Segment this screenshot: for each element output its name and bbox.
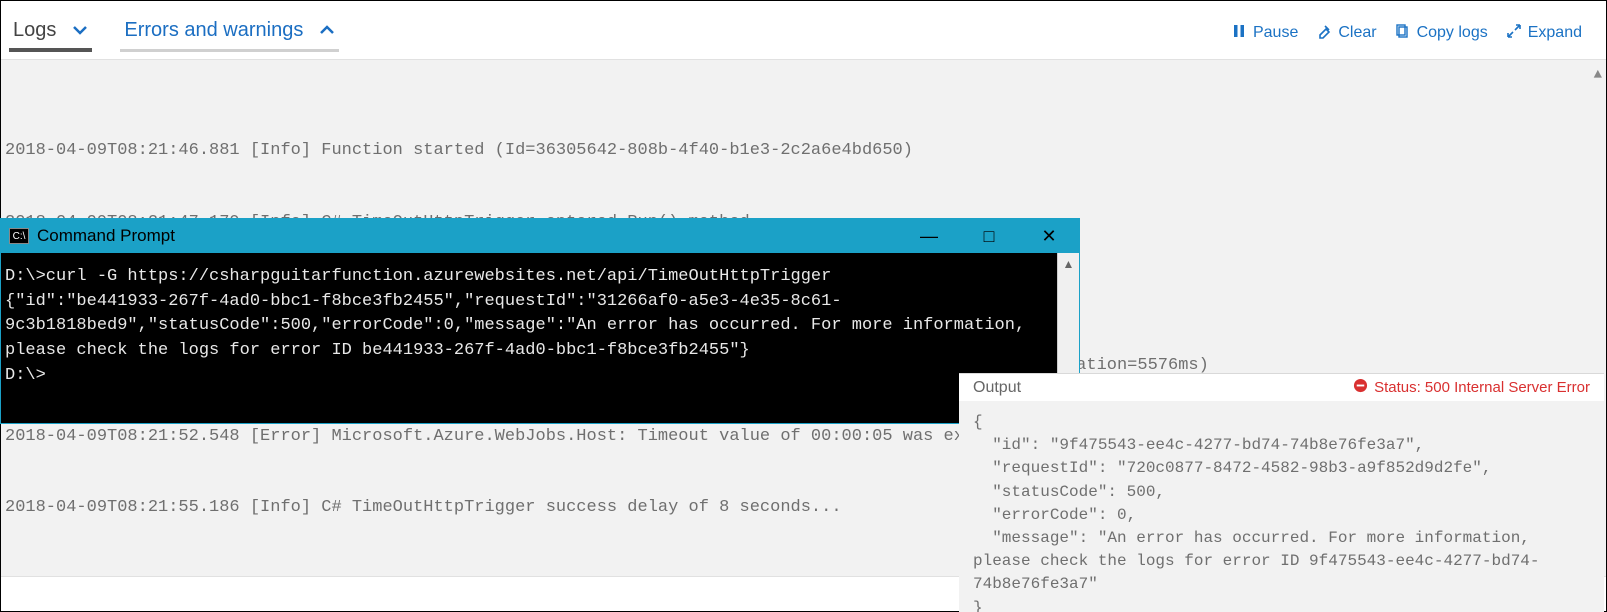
chevron-up-icon (319, 22, 335, 38)
command-prompt-titlebar[interactable]: C:\ Command Prompt — □ ✕ (1, 219, 1079, 253)
scroll-up-icon[interactable]: ▲ (1594, 66, 1602, 86)
output-status: Status: 500 Internal Server Error (1353, 378, 1590, 397)
minimize-button[interactable]: — (899, 219, 959, 253)
output-panel: Output Status: 500 Internal Server Error… (959, 373, 1604, 612)
tab-errors-label: Errors and warnings (124, 19, 303, 42)
command-prompt-window: C:\ Command Prompt — □ ✕ D:\>curl -G htt… (1, 219, 1079, 423)
clear-label: Clear (1338, 24, 1376, 42)
command-prompt-body[interactable]: D:\>curl -G https://csharpguitarfunction… (1, 253, 1057, 423)
maximize-button[interactable]: □ (959, 219, 1019, 253)
output-status-text: Status: 500 Internal Server Error (1374, 379, 1590, 396)
output-heading: Output (973, 379, 1021, 397)
expand-button[interactable]: Expand (1506, 23, 1582, 44)
copy-icon (1395, 23, 1411, 44)
error-circle-icon (1353, 378, 1368, 397)
expand-label: Expand (1528, 24, 1582, 42)
logs-tabbar: Logs Errors and warnings Pause (1, 1, 1606, 59)
copy-label: Copy logs (1417, 24, 1488, 42)
cmd-icon: C:\ (9, 228, 29, 244)
copy-logs-button[interactable]: Copy logs (1395, 23, 1488, 44)
clear-button[interactable]: Clear (1316, 23, 1376, 44)
tab-errors-warnings[interactable]: Errors and warnings (120, 13, 339, 54)
log-line: 2018-04-09T08:21:46.881 [Info] Function … (5, 139, 1598, 163)
pause-icon (1231, 23, 1247, 44)
eraser-icon (1316, 23, 1332, 44)
tab-logs-label: Logs (13, 19, 56, 42)
close-button[interactable]: ✕ (1019, 219, 1079, 253)
command-prompt-title: Command Prompt (37, 226, 175, 246)
tab-logs[interactable]: Logs (9, 13, 92, 54)
pause-label: Pause (1253, 24, 1298, 42)
output-body[interactable]: { "id": "9f475543-ee4c-4277-bd74-74b8e76… (959, 401, 1604, 612)
pause-button[interactable]: Pause (1231, 23, 1298, 44)
chevron-down-icon (72, 22, 88, 38)
expand-icon (1506, 23, 1522, 44)
